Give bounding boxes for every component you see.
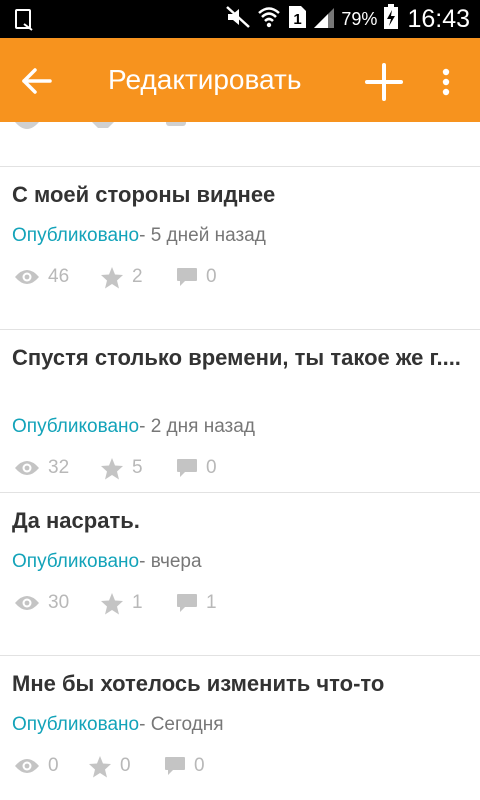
stars-count: 0 [120, 755, 131, 776]
post-title: С моей стороны виднее [12, 182, 276, 207]
comments-count: 1 [206, 592, 217, 613]
plus-icon [365, 63, 403, 101]
post-stats: 46 2 0 [14, 263, 217, 291]
views-count: 0 [48, 755, 59, 776]
stars-stat: 2 [100, 266, 176, 289]
clock: 16:43 [407, 4, 470, 33]
sim-icon: 1 [287, 5, 307, 34]
wifi-icon [257, 5, 281, 34]
back-button[interactable] [20, 66, 56, 96]
status-bar: 1 79% 16:43 [0, 0, 480, 38]
app-toolbar: Редактировать [0, 38, 480, 122]
list-item[interactable]: С моей стороны виднее Опубликовано- 5 дн… [0, 166, 480, 330]
arrow-left-icon [22, 68, 52, 94]
post-meta: Опубликовано- 5 дней назад [12, 225, 266, 247]
list-item[interactable]: Мне бы хотелось изменить что-то Опублико… [0, 655, 480, 800]
eye-icon [15, 122, 39, 129]
post-date: - вчера [139, 551, 202, 572]
comment-icon [166, 122, 186, 126]
post-status: Опубликовано [12, 416, 140, 437]
overflow-menu-button[interactable] [434, 64, 458, 100]
post-date: - Сегодня [139, 714, 224, 735]
partial-list-item [14, 122, 238, 130]
eye-icon [15, 270, 39, 284]
battery-percent: 79% [341, 8, 378, 29]
comments-count: 0 [206, 457, 217, 478]
views-stat: 0 [14, 755, 88, 777]
comment-icon [177, 594, 197, 612]
post-title: Спустя столько времени, ты такое же г...… [12, 345, 461, 370]
star-icon [101, 592, 123, 614]
star-icon [101, 457, 123, 479]
views-stat: 30 [14, 592, 100, 614]
views-count: 30 [48, 592, 70, 613]
posts-list[interactable]: С моей стороны виднее Опубликовано- 5 дн… [0, 122, 480, 800]
list-item[interactable]: Да насрать. Опубликовано- вчера 30 1 1 [0, 492, 480, 656]
stars-stat: 1 [100, 592, 176, 615]
eye-icon [15, 596, 39, 610]
post-title: Да насрать. [12, 508, 140, 533]
stars-stat: 0 [88, 755, 164, 778]
battery-charging-icon [383, 3, 399, 35]
star-icon [92, 122, 114, 128]
views-stat: 46 [14, 266, 100, 288]
views-stat: 32 [14, 457, 100, 479]
eye-icon [15, 461, 39, 475]
page-title: Редактировать [108, 64, 302, 95]
eye-icon [15, 759, 39, 773]
comment-icon [165, 757, 185, 775]
comments-count: 0 [206, 266, 217, 287]
post-status: Опубликовано [12, 714, 140, 735]
stars-count: 2 [132, 266, 143, 287]
list-item[interactable]: Спустя столько времени, ты такое же г...… [0, 329, 480, 493]
comment-icon [177, 459, 197, 477]
stars-stat: 5 [100, 457, 176, 480]
post-title: Мне бы хотелось изменить что-то [12, 671, 385, 696]
comments-stat: 0 [164, 755, 205, 777]
views-count: 46 [48, 266, 70, 287]
comments-stat: 1 [176, 592, 217, 614]
post-meta: Опубликовано- 2 дня назад [12, 416, 255, 438]
comments-count: 0 [194, 755, 205, 776]
mute-icon [225, 5, 251, 34]
star-icon [101, 266, 123, 288]
star-icon [89, 755, 111, 777]
sim-number: 1 [294, 11, 302, 28]
post-stats: 30 1 1 [14, 589, 217, 617]
stars-count: 1 [132, 592, 143, 613]
stars-count: 5 [132, 457, 143, 478]
add-post-button[interactable] [364, 62, 404, 102]
post-meta: Опубликовано- Сегодня [12, 714, 224, 736]
screenshot-notification-icon [14, 8, 36, 37]
post-status: Опубликовано [12, 551, 140, 572]
signal-icon [313, 5, 335, 34]
comments-stat: 0 [176, 457, 217, 479]
more-vertical-icon [442, 68, 450, 96]
comments-stat: 0 [176, 266, 217, 288]
post-stats: 32 5 0 [14, 454, 217, 482]
post-stats: 0 0 0 [14, 752, 205, 780]
post-date: - 2 дня назад [139, 416, 255, 437]
post-date: - 5 дней назад [139, 225, 266, 246]
views-count: 32 [48, 457, 70, 478]
post-status: Опубликовано [12, 225, 140, 246]
comment-icon [177, 268, 197, 286]
post-meta: Опубликовано- вчера [12, 551, 202, 573]
